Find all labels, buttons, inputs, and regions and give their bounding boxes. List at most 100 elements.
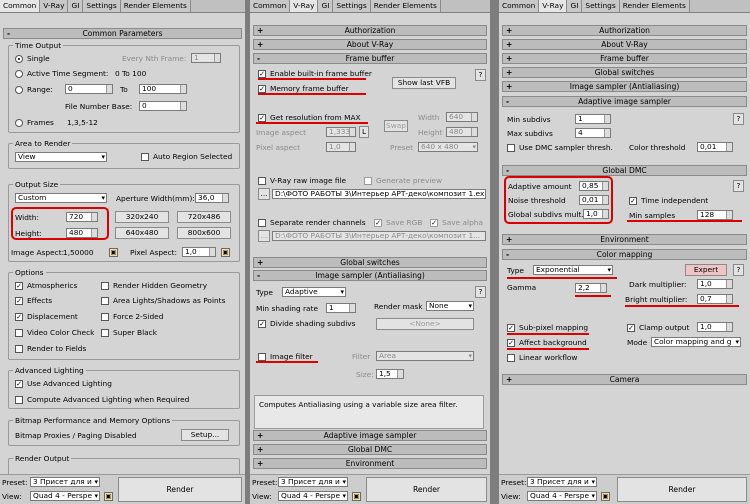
clamp-value-input[interactable]: 1,0 bbox=[697, 322, 733, 332]
raw-path-input[interactable]: D:\ФОТО РАБОТЫ 3\Интерьер АРТ-деко\компо… bbox=[272, 189, 486, 199]
area-view-dropdown[interactable]: View bbox=[15, 152, 107, 162]
render-button[interactable]: Render bbox=[366, 477, 487, 502]
rollout-environment[interactable]: + Environment bbox=[253, 458, 487, 469]
help-button[interactable]: ? bbox=[733, 180, 744, 192]
raw-file-checkbox[interactable] bbox=[258, 177, 266, 185]
memory-fb-checkbox[interactable]: ✓ bbox=[258, 85, 266, 93]
preset-dropdown[interactable]: 3 Присет для и bbox=[278, 477, 348, 487]
lock-icon[interactable]: ▣ bbox=[221, 248, 230, 257]
rollout-environment[interactable]: + Environment bbox=[502, 234, 747, 245]
save-alpha-checkbox[interactable]: ✓ bbox=[430, 219, 438, 227]
preset-dropdown[interactable]: 3 Присет для и bbox=[30, 477, 100, 487]
tab-settings[interactable]: Settings bbox=[83, 0, 121, 12]
rollout-common-parameters[interactable]: - Common Parameters bbox=[3, 28, 242, 39]
rollout-camera[interactable]: + Camera bbox=[502, 374, 747, 385]
every-nth-input[interactable]: 1 bbox=[191, 53, 221, 63]
size-800x600-button[interactable]: 800x600 bbox=[177, 227, 231, 239]
min-samples-input[interactable]: 128 bbox=[697, 210, 733, 220]
preset-dropdown[interactable]: 640 x 480 bbox=[418, 142, 478, 152]
min-shading-input[interactable]: 1 bbox=[326, 303, 356, 313]
image-filter-checkbox[interactable] bbox=[258, 353, 266, 361]
tab-render-elements[interactable]: Render Elements bbox=[619, 0, 690, 12]
rollout-about-vray[interactable]: + About V-Ray bbox=[253, 39, 487, 50]
tab-render-elements[interactable]: Render Elements bbox=[370, 0, 441, 12]
active-segment-radio[interactable] bbox=[15, 70, 23, 78]
effects-checkbox[interactable]: ✓ bbox=[15, 297, 23, 305]
channels-path-input[interactable]: D:\ФОТО РАБОТЫ 3\Интерьер АРТ-деко\компо… bbox=[272, 231, 486, 241]
view-dropdown[interactable]: Quad 4 - Perspe bbox=[527, 491, 597, 501]
enable-vfb-checkbox[interactable]: ✓ bbox=[258, 70, 266, 78]
render-fields-checkbox[interactable] bbox=[15, 345, 23, 353]
tab-settings[interactable]: Settings bbox=[582, 0, 620, 12]
video-color-checkbox[interactable] bbox=[15, 329, 23, 337]
pixel-aspect-input[interactable]: 1,0 bbox=[326, 142, 356, 152]
linear-workflow-checkbox[interactable] bbox=[507, 354, 515, 362]
size-720x486-button[interactable]: 720x486 bbox=[177, 211, 231, 223]
aperture-input[interactable]: 36,0 bbox=[195, 193, 229, 203]
file-number-base-input[interactable]: 0 bbox=[139, 101, 187, 111]
aspect-lock-button[interactable]: L bbox=[359, 126, 369, 138]
tab-common[interactable]: Common bbox=[250, 0, 291, 12]
rollout-color-mapping[interactable]: - Color mapping bbox=[502, 249, 747, 260]
rollout-global-dmc[interactable]: - Global DMC bbox=[502, 165, 747, 176]
mapping-type-dropdown[interactable]: Exponential bbox=[533, 265, 613, 275]
render-mask-dropdown[interactable]: None bbox=[426, 301, 474, 311]
range-from-input[interactable]: 0 bbox=[65, 84, 113, 94]
bright-multiplier-input[interactable]: 0,7 bbox=[697, 294, 733, 304]
tab-settings[interactable]: Settings bbox=[333, 0, 371, 12]
rollout-authorization[interactable]: + Authorization bbox=[502, 25, 747, 36]
tab-common[interactable]: Common bbox=[499, 0, 540, 12]
tab-gi[interactable]: GI bbox=[68, 0, 84, 12]
area-lights-checkbox[interactable] bbox=[101, 297, 109, 305]
save-rgb-checkbox[interactable]: ✓ bbox=[374, 219, 382, 227]
generate-preview-checkbox[interactable] bbox=[364, 177, 372, 185]
tab-vray[interactable]: V-Ray bbox=[40, 0, 69, 12]
rollout-image-sampler[interactable]: + Image sampler (Antialiasing) bbox=[502, 81, 747, 92]
height-input[interactable]: 480 bbox=[446, 127, 478, 137]
image-aspect-input[interactable]: 1,333 bbox=[326, 127, 356, 137]
rollout-adaptive-sampler[interactable]: + Adaptive image sampler bbox=[253, 430, 487, 441]
gamma-input[interactable]: 2,2 bbox=[575, 283, 607, 293]
affect-background-checkbox[interactable]: ✓ bbox=[507, 339, 515, 347]
get-resolution-checkbox[interactable]: ✓ bbox=[258, 114, 266, 122]
render-button[interactable]: Render bbox=[617, 477, 747, 502]
divide-shading-checkbox[interactable]: ✓ bbox=[258, 320, 266, 328]
view-dropdown[interactable]: Quad 4 - Perspe bbox=[30, 491, 100, 501]
tab-gi[interactable]: GI bbox=[318, 0, 334, 12]
force-2sided-checkbox[interactable] bbox=[101, 313, 109, 321]
rollout-global-switches[interactable]: + Global switches bbox=[253, 257, 487, 268]
rollout-image-sampler[interactable]: - Image sampler (Antialiasing) bbox=[253, 270, 487, 281]
help-button[interactable]: ? bbox=[733, 113, 744, 125]
view-dropdown[interactable]: Quad 4 - Perspe bbox=[278, 491, 348, 501]
tab-vray[interactable]: V-Ray bbox=[539, 0, 568, 12]
color-threshold-input[interactable]: 0,01 bbox=[697, 142, 733, 152]
range-to-input[interactable]: 100 bbox=[139, 84, 187, 94]
render-button[interactable]: Render bbox=[118, 477, 242, 502]
tab-render-elements[interactable]: Render Elements bbox=[120, 0, 191, 12]
mode-dropdown[interactable]: Color mapping and g bbox=[651, 337, 741, 347]
auto-region-checkbox[interactable] bbox=[141, 153, 149, 161]
sub-pixel-checkbox[interactable]: ✓ bbox=[507, 324, 515, 332]
browse-button[interactable]: ... bbox=[258, 188, 270, 200]
preset-dropdown[interactable]: 3 Присет для и bbox=[527, 477, 597, 487]
render-hidden-checkbox[interactable] bbox=[101, 282, 109, 290]
rollout-global-dmc[interactable]: + Global DMC bbox=[253, 444, 487, 455]
browse-button[interactable]: ... bbox=[258, 230, 270, 242]
displacement-checkbox[interactable]: ✓ bbox=[15, 313, 23, 321]
expert-button[interactable]: Expert bbox=[685, 264, 727, 276]
tab-common[interactable]: Common bbox=[0, 0, 41, 12]
sampler-type-dropdown[interactable]: Adaptive bbox=[282, 287, 346, 297]
rollout-adaptive-sampler[interactable]: - Adaptive image sampler bbox=[502, 96, 747, 107]
atmospherics-checkbox[interactable]: ✓ bbox=[15, 282, 23, 290]
rollout-authorization[interactable]: + Authorization bbox=[253, 25, 487, 36]
time-independent-checkbox[interactable]: ✓ bbox=[629, 197, 637, 205]
rollout-frame-buffer[interactable]: - Frame buffer bbox=[253, 53, 487, 64]
use-advanced-lighting-checkbox[interactable]: ✓ bbox=[15, 380, 23, 388]
lock-icon[interactable]: ▣ bbox=[104, 492, 113, 501]
max-subdivs-input[interactable]: 4 bbox=[575, 128, 611, 138]
width-input[interactable]: 640 bbox=[446, 112, 478, 122]
single-radio[interactable] bbox=[15, 55, 23, 63]
filter-dropdown[interactable]: Area bbox=[376, 351, 474, 361]
render-mask-none-button[interactable]: <None> bbox=[376, 318, 474, 330]
help-button[interactable]: ? bbox=[475, 286, 486, 298]
